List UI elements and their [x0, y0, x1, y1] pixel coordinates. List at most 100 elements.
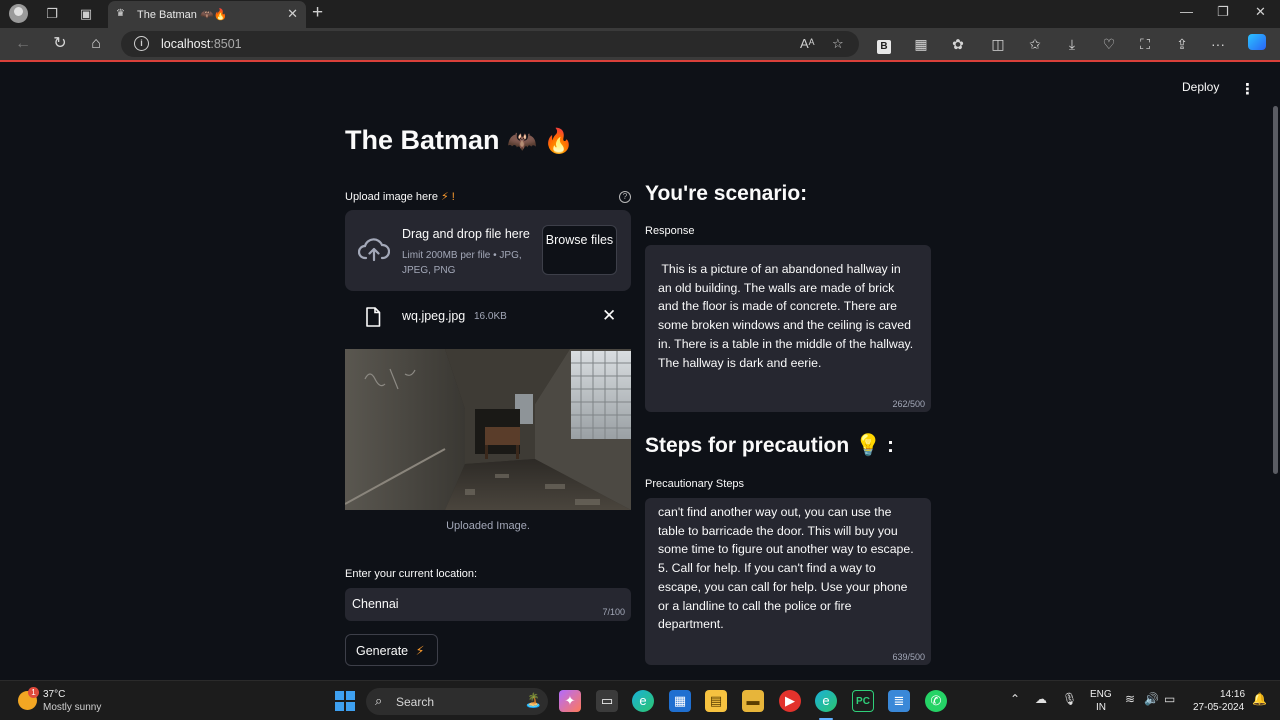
dropzone-limits: Limit 200MB per file • JPG, JPEG, PNG [402, 250, 522, 276]
new-tab-icon[interactable]: + [312, 2, 323, 24]
url-field[interactable]: i localhost:8501 Aᴬ ☆ [121, 31, 859, 57]
weather-badge: 1 [28, 687, 39, 698]
location-input-value: Chennai [352, 597, 399, 611]
tab-actions-icon[interactable]: ▣ [77, 5, 95, 23]
back-icon[interactable]: ← [13, 34, 33, 54]
dropzone-title: Drag and drop file here [402, 227, 530, 241]
taskbar-search-text: Search [396, 695, 435, 709]
tray-chevron-up-icon[interactable]: ⌃ [1010, 692, 1020, 706]
browse-files-button[interactable]: Browse files [542, 225, 617, 275]
microphone-icon[interactable]: 🎙 [1062, 692, 1077, 706]
restore-icon[interactable]: ❐ [1217, 4, 1229, 20]
volume-icon[interactable]: 🔊 [1144, 692, 1159, 706]
tab-title: The Batman 🦇🔥 [137, 9, 228, 21]
share-icon[interactable]: ⇪ [1172, 34, 1192, 54]
page-load-bar [0, 60, 1280, 62]
clock-date[interactable]: 27-05-2024 [1193, 702, 1244, 713]
weather-desc[interactable]: Mostly sunny [43, 702, 101, 713]
location-label: Enter your current location: [345, 568, 478, 580]
response-textarea[interactable]: This is a picture of an abandoned hallwa… [645, 245, 931, 412]
refresh-icon[interactable]: ↻ [50, 34, 70, 54]
generate-label: Generate [356, 644, 409, 658]
search-highlight-icon: 🏝️ [524, 692, 542, 708]
windows-taskbar: 1 37°C Mostly sunny ⌕ Search 🏝️ ✦ ▭ e ▦ … [0, 680, 1280, 720]
lightning-icon: ⚡ [415, 644, 425, 658]
language-indicator[interactable]: ENG [1090, 689, 1112, 700]
notes-app-icon[interactable]: ▤ [705, 690, 727, 712]
streamlit-crown-icon: ♛ [116, 8, 125, 19]
precaution-text: can't find another way out, you can use … [658, 505, 914, 632]
tab-close-icon[interactable]: ✕ [287, 6, 298, 22]
pycharm-app-icon[interactable]: PC [852, 690, 874, 712]
edge-app-icon[interactable]: e [632, 690, 654, 712]
taskbar-search[interactable]: ⌕ Search 🏝️ [366, 688, 548, 715]
file-icon [366, 307, 381, 327]
extension-b-icon[interactable]: B [874, 34, 894, 54]
minimize-icon[interactable]: — [1180, 4, 1193, 19]
precaution-textarea[interactable]: can't find another way out, you can use … [645, 498, 931, 665]
upload-label: Upload image here ⚡ ! [345, 191, 455, 203]
notepad-app-icon[interactable]: ≣ [888, 690, 910, 712]
notification-bell-icon[interactable]: 🔔 [1252, 692, 1267, 706]
uploaded-file-row: wq.jpeg.jpg 16.0KB ✕ [345, 300, 631, 334]
location-input[interactable]: Chennai 7/100 [345, 588, 631, 621]
scenario-heading: You're scenario: [645, 182, 808, 205]
lightbulb-icon: 💡 : [855, 434, 895, 457]
home-icon[interactable]: ⌂ [86, 34, 106, 54]
read-aloud-icon[interactable]: Aᴬ [800, 36, 815, 51]
title-emoji: 🦇 🔥 [507, 128, 574, 155]
response-char-count: 262/500 [892, 399, 925, 409]
screenshot-icon[interactable]: ⛶ [1135, 34, 1155, 54]
downloads-icon[interactable]: ⤓ [1062, 34, 1082, 54]
help-icon[interactable]: ? [619, 191, 631, 203]
cloud-upload-icon [358, 238, 390, 262]
site-info-icon[interactable]: i [134, 36, 149, 51]
remove-file-icon[interactable]: ✕ [602, 306, 616, 326]
edge-active-app-icon[interactable]: e [815, 690, 837, 712]
whatsapp-app-icon[interactable]: ✆ [925, 690, 947, 712]
hallway-photo [345, 349, 631, 510]
deploy-button[interactable]: Deploy [1182, 80, 1219, 94]
file-size: 16.0KB [474, 311, 507, 322]
clock-time[interactable]: 14:16 [1220, 689, 1245, 700]
url-text: localhost:8501 [161, 37, 242, 51]
browser-tab-active[interactable]: ♛ The Batman 🦇🔥 ✕ [108, 1, 306, 28]
weather-temp[interactable]: 37°C [43, 689, 65, 700]
location-char-count: 7/100 [602, 607, 625, 617]
task-view-icon[interactable]: ▭ [596, 690, 618, 712]
wifi-icon[interactable]: ≋ [1125, 692, 1135, 706]
page-title: The Batman 🦇 🔥 [345, 125, 573, 156]
settings-more-icon[interactable]: ··· [1208, 34, 1228, 54]
language-region[interactable]: IN [1096, 702, 1106, 713]
profile-avatar-icon[interactable] [9, 4, 28, 23]
battery-icon[interactable]: ▭ [1164, 692, 1175, 706]
copilot-app-icon[interactable]: ✦ [559, 690, 581, 712]
workspaces-icon[interactable]: ❐ [43, 5, 61, 23]
favorite-star-icon[interactable]: ☆ [832, 36, 844, 52]
copilot-icon[interactable] [1247, 34, 1267, 54]
browser-essentials-icon[interactable]: ♡ [1099, 34, 1119, 54]
main-menu-icon[interactable]: ⋮ [1240, 80, 1255, 98]
favorites-icon[interactable]: ✩ [1025, 34, 1045, 54]
extension-grid-icon[interactable]: ▦ [911, 34, 931, 54]
file-explorer-icon[interactable]: ▬ [742, 690, 764, 712]
page-title-text: The Batman [345, 125, 500, 155]
windows-start-icon[interactable] [335, 691, 355, 711]
uploaded-image [345, 349, 631, 510]
file-dropzone[interactable]: Drag and drop file here Limit 200MB per … [345, 210, 631, 291]
precaution-heading: Steps for precaution 💡 : [645, 434, 895, 457]
image-caption: Uploaded Image. [446, 520, 530, 532]
browser-address-bar: ← ↻ ⌂ i localhost:8501 Aᴬ ☆ B ▦ ✿ ◫ ✩ ⤓ … [0, 28, 1280, 60]
generate-button[interactable]: Generate ⚡ [345, 634, 438, 666]
split-screen-icon[interactable]: ◫ [988, 34, 1008, 54]
media-player-icon[interactable]: ▶ [779, 690, 801, 712]
extensions-puzzle-icon[interactable]: ✿ [948, 34, 968, 54]
precaution-label: Precautionary Steps [645, 478, 745, 490]
window-close-icon[interactable]: ✕ [1255, 4, 1266, 20]
onedrive-cloud-icon[interactable]: ☁ [1035, 692, 1047, 706]
response-text: This is a picture of an abandoned hallwa… [658, 262, 917, 370]
page-scrollbar[interactable] [1273, 106, 1278, 474]
browser-tab-bar: ❐ ▣ ♛ The Batman 🦇🔥 ✕ + — ❐ ✕ [0, 0, 1280, 28]
response-label: Response [645, 225, 695, 237]
store-app-icon[interactable]: ▦ [669, 690, 691, 712]
